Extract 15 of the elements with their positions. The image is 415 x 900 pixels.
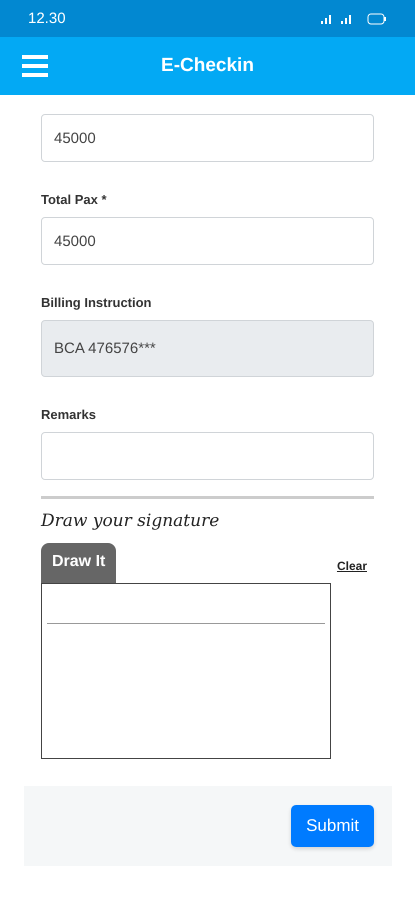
field-label: Billing Instruction (41, 295, 152, 310)
input-field[interactable] (41, 432, 374, 480)
battery-icon (367, 12, 387, 24)
menu-icon[interactable] (22, 55, 48, 77)
app-title: E-Checkin (160, 55, 255, 77)
input-field[interactable]: 45000 (41, 114, 374, 162)
input-field[interactable]: 45000 (41, 217, 374, 265)
field-label: Total Pax * (41, 192, 107, 207)
field-label: Remarks (41, 407, 96, 422)
clear-link[interactable]: Clear (336, 559, 367, 573)
signature-heading: Draw your signature (41, 511, 220, 531)
status-time: 12.30 (28, 10, 66, 27)
signature-pad[interactable] (41, 583, 331, 759)
draw-tab[interactable]: Draw It (41, 543, 116, 583)
submit-button[interactable]: Submit (291, 805, 374, 847)
